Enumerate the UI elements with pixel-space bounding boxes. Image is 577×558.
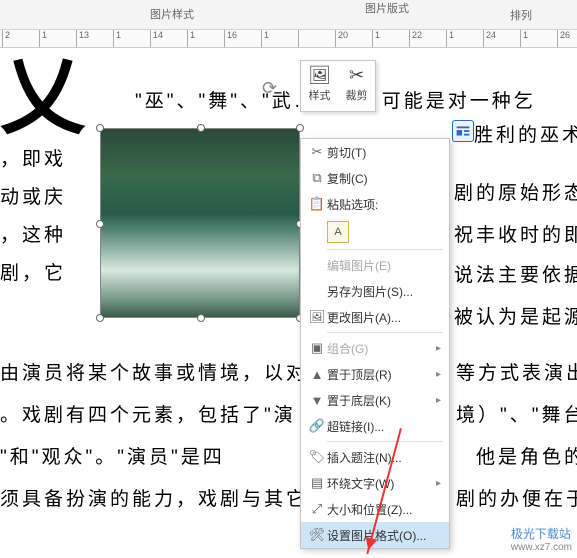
menu-change-image[interactable]: 🖼 更改图片(A)... [301, 304, 449, 330]
hyperlink-icon: 🔗 [307, 418, 327, 434]
watermark-site: 极光下载站 [511, 525, 572, 542]
submenu-arrow-icon: ▸ [436, 343, 441, 354]
scissors-icon: ✂ [307, 144, 327, 160]
heading-fragment: 乂 [0, 48, 85, 151]
text-line: 胜利的巫术 [474, 120, 577, 147]
text-line: 由演员将某个故事或情境，以对 [0, 358, 308, 385]
ribbon-group-arrange: 排列 [510, 7, 532, 23]
resize-handle-nw[interactable] [96, 124, 104, 132]
copy-icon: ⧉ [307, 170, 327, 186]
text-line: 境）"、"舞台 [456, 400, 577, 427]
menu-paste-options-header: 📋 粘贴选项: [301, 191, 449, 217]
format-picture-icon: 🛠 [307, 527, 327, 543]
menu-cut[interactable]: ✂ 剪切(T) [301, 139, 449, 165]
caption-icon: 🏷 [307, 449, 327, 465]
text-line: 。戏剧有四个元素，包括了"演 [0, 400, 296, 427]
menu-hyperlink[interactable]: 🔗 超链接(I)... [301, 413, 449, 439]
crop-icon: ✂ [338, 65, 375, 87]
watermark-url: www.xz7.com [511, 542, 572, 553]
text-line: 剧，它 [0, 258, 66, 285]
style-label: 样式 [309, 90, 331, 102]
text-line: "和"观众"。"演员"是四 [0, 442, 225, 469]
text-line: 剧的原始形态 [454, 178, 577, 205]
group-icon: ▣ [307, 340, 327, 356]
menu-insert-caption[interactable]: 🏷 插入题注(N)... [301, 444, 449, 470]
horizontal-ruler: 2113114116120122124126128130132134136138… [0, 30, 577, 48]
text-line: 他是角色的 [476, 442, 577, 469]
paste-keep-text-icon[interactable]: A [327, 221, 349, 243]
crop-label: 裁剪 [346, 90, 368, 102]
layout-options-button[interactable] [452, 120, 474, 142]
wrap-text-icon: ▤ [307, 475, 327, 491]
submenu-arrow-icon: ▸ [436, 478, 441, 489]
text-line: 动或庆 [0, 182, 66, 209]
text-line: 说法主要依据 [454, 260, 577, 287]
clipboard-icon: 📋 [307, 196, 327, 212]
ribbon-bar: 图片样式 图片版式 排列 [0, 0, 577, 30]
picture-style-icon: 🖼 [301, 65, 338, 87]
text-line: 祝丰收时的即 [454, 220, 577, 247]
context-menu: ✂ 剪切(T) ⧉ 复制(C) 📋 粘贴选项: A 编辑图片(E) 另存为图片(… [300, 138, 450, 549]
resize-handle-sw[interactable] [96, 314, 104, 322]
ribbon-group-format[interactable]: 图片版式 [365, 0, 409, 16]
bring-front-icon: ▲ [307, 367, 327, 382]
submenu-arrow-icon: ▸ [436, 369, 441, 380]
send-back-icon: ▼ [307, 393, 327, 408]
resize-handle-s[interactable] [197, 314, 205, 322]
menu-group: ▣ 组合(G) ▸ [301, 335, 449, 361]
document-canvas[interactable]: 乂 "巫"、"舞"、"武……源，可能是对一种乞 ，即戏 胜利的巫术 动或庆 剧的… [0, 48, 577, 558]
menu-edit-image: 编辑图片(E) [301, 252, 449, 278]
text-line: ，即戏 [0, 144, 66, 171]
size-icon: ⤢ [307, 501, 327, 517]
style-button[interactable]: 🖼 样式 [301, 61, 338, 111]
ribbon-group-styles: 图片样式 [150, 6, 194, 22]
resize-handle-ne[interactable] [296, 124, 304, 132]
menu-send-back[interactable]: ▼ 置于底层(K) ▸ [301, 387, 449, 413]
menu-separator [327, 332, 443, 333]
mini-toolbar: 🖼 样式 ✂ 裁剪 [300, 60, 376, 112]
watermark: 极光下载站 www.xz7.com [511, 525, 572, 553]
text-line: 剧的办便在于 [456, 484, 577, 511]
menu-separator [327, 441, 443, 442]
menu-bring-front[interactable]: ▲ 置于顶层(R) ▸ [301, 361, 449, 387]
change-image-icon: 🖼 [307, 309, 327, 325]
resize-handle-n[interactable] [197, 124, 205, 132]
paste-options-row: A [301, 217, 449, 247]
selected-image[interactable] [100, 128, 300, 318]
submenu-arrow-icon: ▸ [436, 395, 441, 406]
menu-save-as-image[interactable]: 另存为图片(S)... [301, 278, 449, 304]
menu-copy[interactable]: ⧉ 复制(C) [301, 165, 449, 191]
text-line: 被认为是起源 [454, 302, 577, 329]
menu-wrap-text[interactable]: ▤ 环绕文字(W) ▸ [301, 470, 449, 496]
text-line: 等方式表演出 [456, 358, 577, 385]
menu-separator [327, 249, 443, 250]
text-line: ，这种 [0, 220, 66, 247]
resize-handle-w[interactable] [96, 220, 104, 228]
crop-button[interactable]: ✂ 裁剪 [338, 61, 375, 111]
rotate-handle-icon[interactable]: ⟳ [262, 78, 277, 99]
text-line: 须具备扮演的能力，戏剧与其它 [0, 484, 308, 511]
